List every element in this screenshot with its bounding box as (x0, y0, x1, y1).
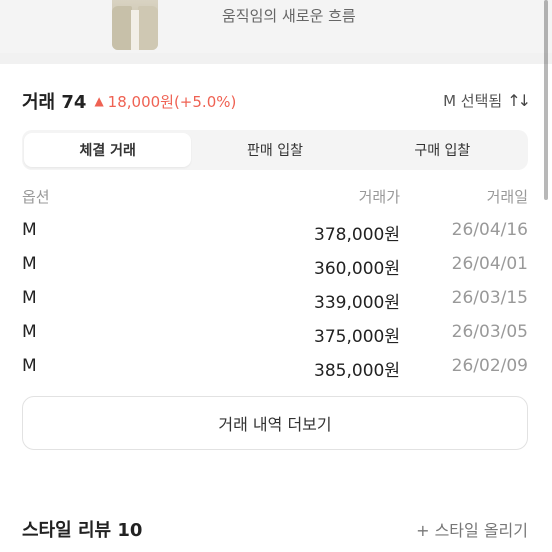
row-option: M (22, 254, 37, 274)
promo-banner[interactable]: 움직임의 새로운 흐름 (0, 0, 552, 53)
table-row: M 360,000원 26/04/01 (0, 254, 552, 284)
row-date: 26/04/01 (451, 254, 528, 274)
row-option: M (22, 288, 37, 308)
tab-sell-bids[interactable]: 판매 입찰 (191, 133, 358, 167)
column-header-price: 거래가 (358, 188, 400, 206)
trade-tabs: 체결 거래 판매 입찰 구매 입찰 (22, 130, 528, 170)
trade-header: 거래 74 ▲ 18,000원(+5.0%) (22, 88, 236, 114)
size-select-button[interactable]: M 선택됨 ↑↓ (443, 90, 531, 111)
column-header-date: 거래일 (486, 188, 528, 206)
product-thumbnail (112, 0, 158, 50)
section-divider (0, 53, 552, 64)
view-more-trades-button[interactable]: 거래 내역 더보기 (22, 396, 528, 450)
row-option: M (22, 220, 37, 240)
row-price: 339,000원 (314, 293, 400, 313)
trade-count-title: 거래 74 (22, 92, 87, 113)
style-review-title: 스타일 리뷰 10 (22, 520, 143, 541)
price-change-text: 18,000원(+5.0%) (107, 92, 237, 111)
scrollbar[interactable] (544, 0, 548, 200)
table-row: M 339,000원 26/03/15 (0, 288, 552, 318)
size-select-label: M 선택됨 (443, 92, 503, 110)
column-header-option: 옵션 (22, 188, 50, 206)
price-change: ▲ 18,000원(+5.0%) (94, 91, 236, 112)
table-row: M 385,000원 26/02/09 (0, 356, 552, 386)
row-option: M (22, 356, 37, 376)
up-triangle-icon: ▲ (94, 94, 104, 108)
banner-text: 움직임의 새로운 흐름 (222, 7, 356, 25)
row-date: 26/04/16 (451, 220, 528, 240)
row-date: 26/02/09 (451, 356, 528, 376)
row-date: 26/03/15 (451, 288, 528, 308)
row-price: 378,000원 (314, 225, 400, 245)
tab-executed-trades[interactable]: 체결 거래 (24, 133, 192, 167)
row-date: 26/03/05 (451, 322, 528, 342)
table-row: M 378,000원 26/04/16 (0, 220, 552, 250)
row-price: 360,000원 (314, 259, 400, 279)
sort-icon: ↑↓ (507, 91, 531, 110)
upload-style-button[interactable]: + 스타일 올리기 (416, 517, 528, 541)
row-price: 385,000원 (314, 361, 400, 381)
table-row: M 375,000원 26/03/05 (0, 322, 552, 352)
row-option: M (22, 322, 37, 342)
row-price: 375,000원 (314, 327, 400, 347)
tab-buy-bids[interactable]: 구매 입찰 (359, 133, 526, 167)
